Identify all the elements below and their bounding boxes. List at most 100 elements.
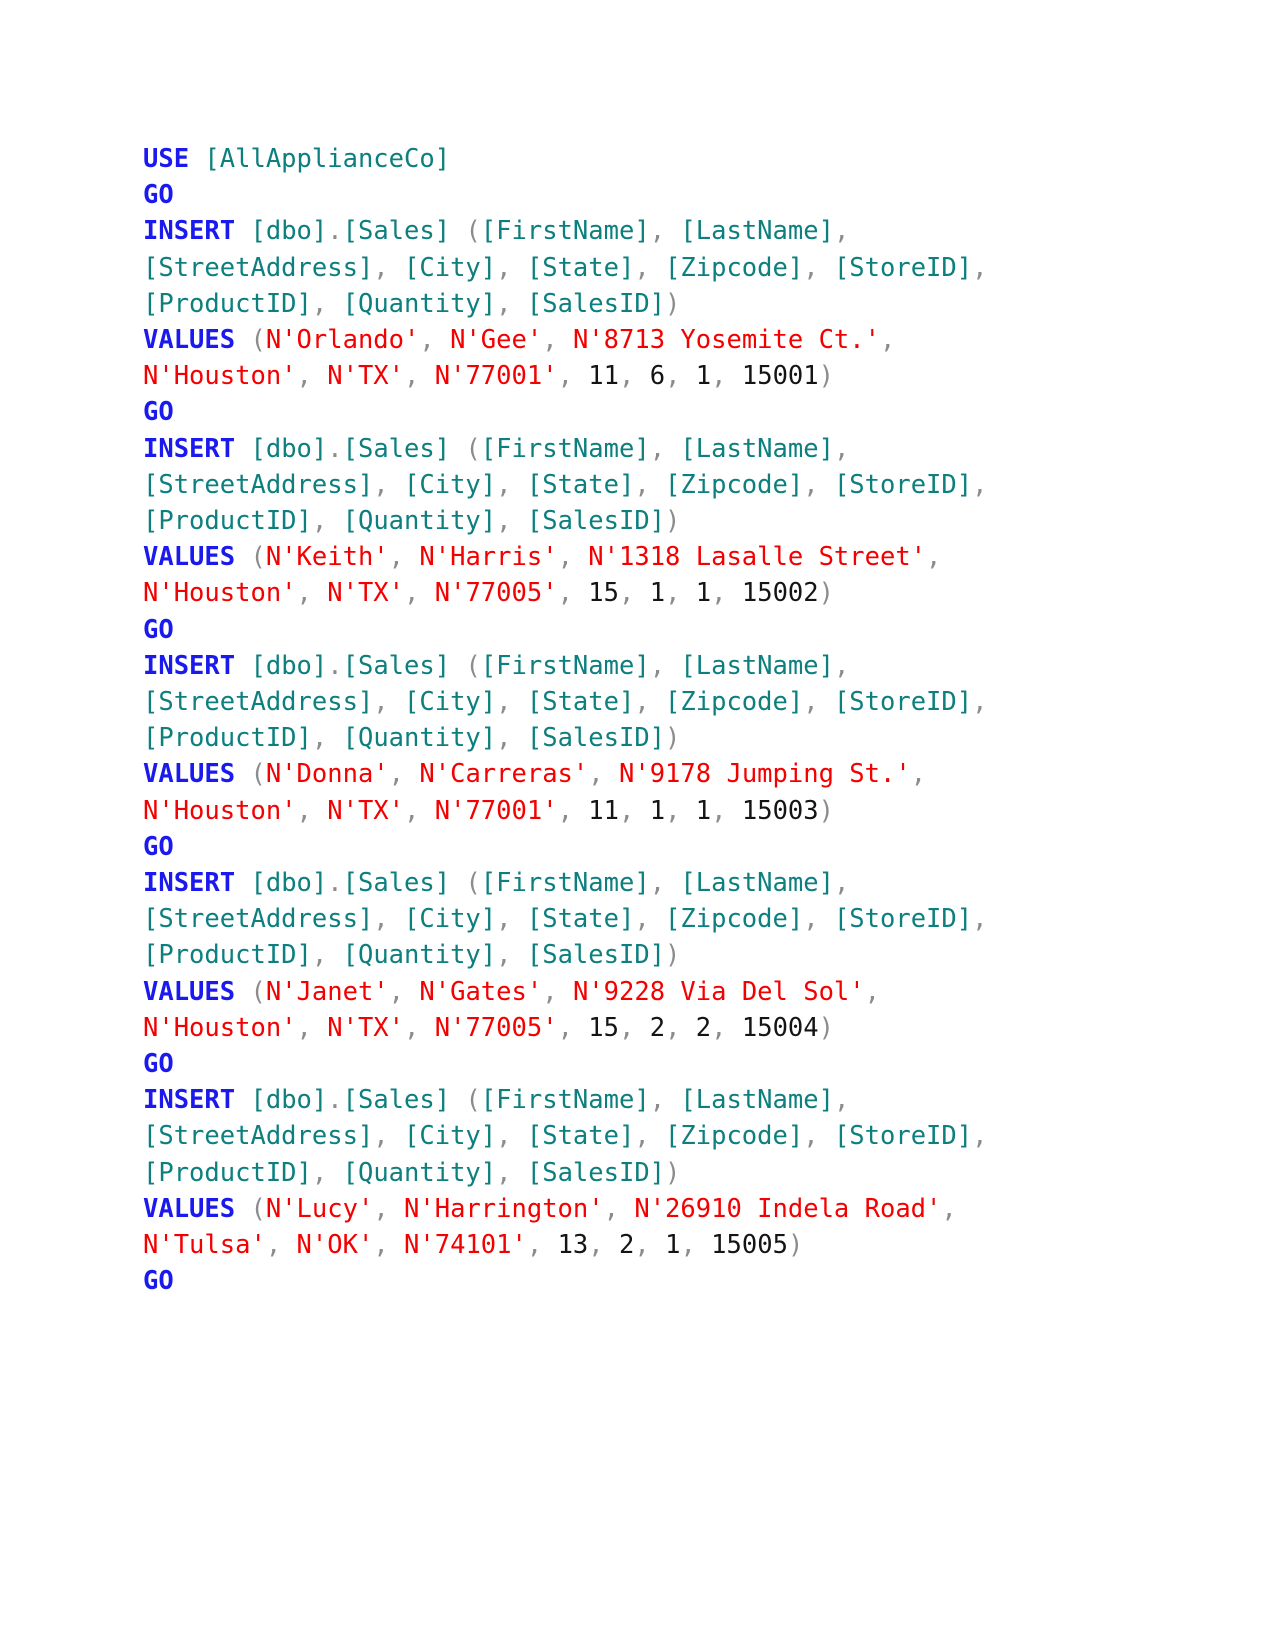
dot-punctuation: .: [327, 650, 343, 681]
keyword-go: GO: [143, 1049, 174, 1080]
column-identifier: [ProductID]: [143, 940, 312, 971]
column-identifier: [Zipcode]: [665, 252, 804, 283]
value-productid: 2: [649, 1012, 666, 1043]
value-streetaddress: N'9228 Via Del Sol': [572, 976, 865, 1007]
dot-punctuation: .: [327, 433, 343, 464]
comma: ,: [634, 469, 650, 500]
value-zipcode: N'77001': [434, 361, 558, 392]
column-identifier: [Quantity]: [342, 1157, 497, 1188]
comma: ,: [404, 795, 420, 826]
column-identifier: [State]: [526, 252, 635, 283]
comma: ,: [972, 252, 988, 283]
value-quantity: 1: [695, 361, 712, 392]
close-paren: ): [818, 361, 834, 392]
value-state: N'TX': [327, 361, 405, 392]
column-identifier: [ProductID]: [143, 723, 312, 754]
comma: ,: [496, 940, 512, 971]
value-city: N'Houston': [143, 361, 297, 392]
value-productid: 6: [649, 361, 666, 392]
column-identifier: [StoreID]: [833, 904, 973, 935]
comma: ,: [972, 1121, 988, 1152]
value-state: N'TX': [327, 578, 405, 609]
comma: ,: [388, 976, 405, 1007]
comma: ,: [833, 1085, 850, 1116]
value-state: N'OK': [296, 1230, 374, 1261]
sql-line-go: GO: [143, 1046, 1055, 1082]
column-identifier: [SalesID]: [526, 723, 666, 754]
sql-code-block: USE [AllApplianceCo] GO INSERT [dbo].[Sale…: [143, 141, 1055, 1300]
close-paren: ): [818, 795, 834, 826]
schema-identifier: [dbo]: [250, 216, 328, 247]
value-firstname: N'Keith': [265, 542, 389, 573]
value-storeid: 11: [588, 361, 619, 392]
comma: ,: [265, 1230, 282, 1261]
column-identifier: [LastName]: [680, 650, 834, 681]
comma: ,: [542, 325, 558, 356]
value-lastname: N'Gee': [450, 325, 543, 356]
value-zipcode: N'77005': [434, 1012, 558, 1043]
comma: ,: [711, 361, 727, 392]
comma: ,: [803, 687, 819, 718]
comma: ,: [926, 542, 942, 573]
column-identifier: [Zipcode]: [665, 904, 804, 935]
sql-line-go: GO: [143, 829, 1055, 865]
sql-line-values-3: VALUES (N'Donna', N'Carreras', N'9178 Ju…: [143, 756, 1055, 828]
comma: ,: [665, 361, 681, 392]
column-identifier: [LastName]: [680, 868, 834, 899]
value-storeid: 11: [588, 795, 619, 826]
value-lastname: N'Harrington': [404, 1193, 604, 1224]
value-salesid: 15005: [711, 1230, 788, 1261]
column-identifier: [Quantity]: [342, 723, 497, 754]
column-identifier: [State]: [526, 687, 635, 718]
close-paren: ): [665, 1157, 681, 1188]
comma: ,: [833, 650, 850, 681]
open-paren: (: [465, 868, 481, 899]
sql-line-go: GO: [143, 612, 1055, 648]
column-identifier: [ProductID]: [143, 1157, 312, 1188]
sql-line-insert-3: INSERT [dbo].[Sales] ([FirstName], [Last…: [143, 648, 1055, 757]
comma: ,: [603, 1193, 619, 1224]
value-salesid: 15001: [741, 361, 819, 392]
comma: ,: [972, 469, 988, 500]
value-city: N'Tulsa': [143, 1230, 266, 1261]
value-storeid: 13: [557, 1230, 589, 1261]
comma: ,: [296, 1012, 312, 1043]
comma: ,: [619, 578, 635, 609]
comma: ,: [864, 976, 880, 1007]
column-identifier: [ProductID]: [143, 506, 312, 537]
comma: ,: [833, 868, 850, 899]
comma: ,: [634, 687, 650, 718]
column-identifier: [FirstName]: [480, 868, 650, 899]
comma: ,: [557, 578, 573, 609]
column-identifier: [FirstName]: [480, 433, 650, 464]
value-firstname: N'Lucy': [265, 1193, 374, 1224]
column-identifier: [FirstName]: [480, 216, 650, 247]
column-identifier: [SalesID]: [526, 940, 666, 971]
comma: ,: [557, 361, 573, 392]
